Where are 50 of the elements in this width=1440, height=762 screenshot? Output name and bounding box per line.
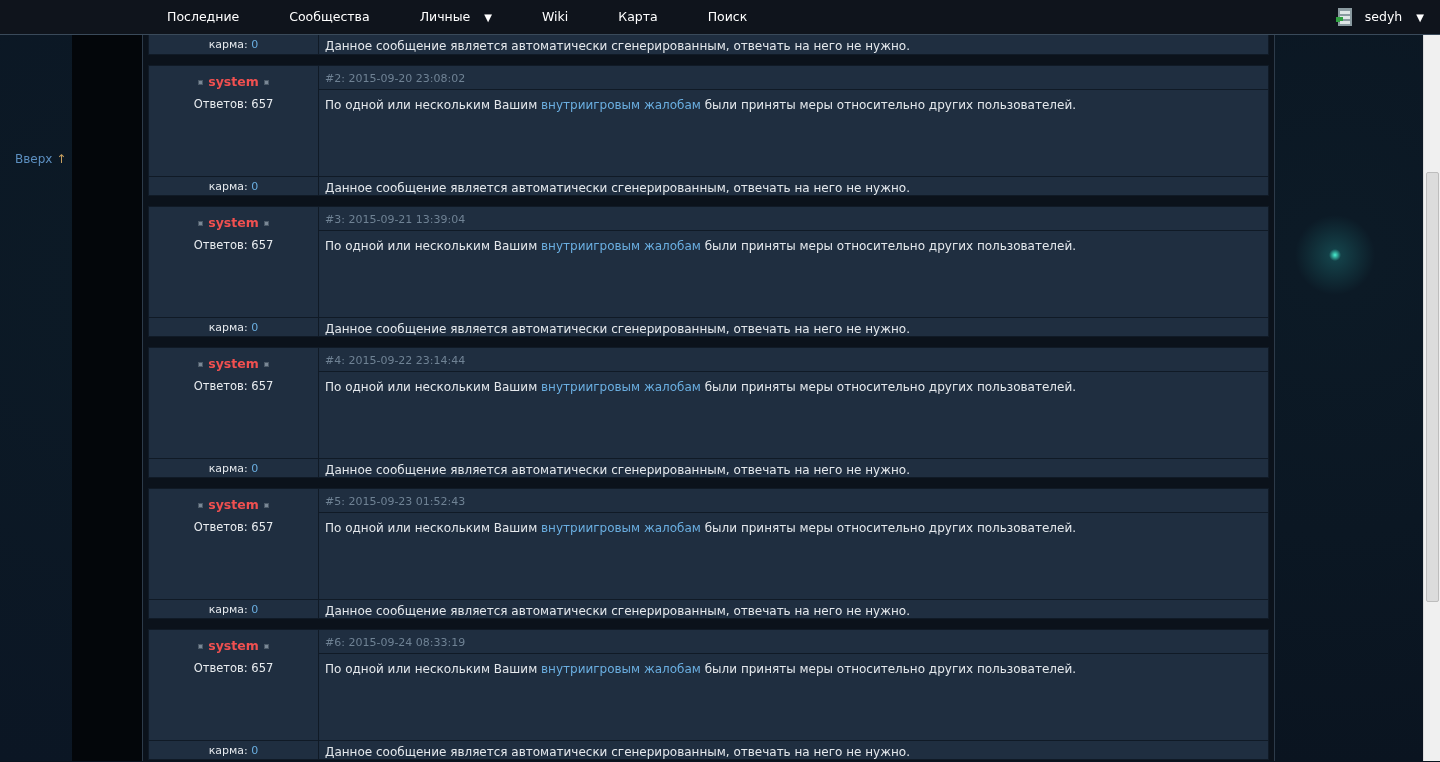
post-number-date: #4: 2015-09-22 23:14:44: [319, 348, 1268, 372]
post-number-date: #5: 2015-09-23 01:52:43: [319, 489, 1268, 513]
karma-label: карма: 0: [149, 35, 319, 54]
complaints-link[interactable]: внутриигровым жалобам: [541, 521, 701, 535]
nav-link[interactable]: Личные ▼: [419, 7, 492, 27]
post-number-date: #2: 2015-09-20 23:08:02: [319, 66, 1268, 90]
nav-link[interactable]: Карта: [618, 7, 658, 27]
author-name-link[interactable]: system: [208, 638, 259, 653]
post-text: По одной или нескольким Вашим внутриигровым жалобам были приняты меры относительно других пользователей.: [324, 238, 1077, 255]
reply-count: Ответов: 657: [192, 236, 275, 254]
avatar-icon[interactable]: [1334, 6, 1355, 28]
post-text: По одной или нескольким Вашим внутриигровым жалобам были приняты меры относительно других пользователей.: [324, 661, 1077, 678]
karma-label: карма: 0: [149, 741, 319, 759]
signature-text: Данное сообщение является автоматически сгенерированным, отвечать на него не нужно.: [324, 321, 911, 336]
reply-count: Ответов: 657: [192, 95, 275, 113]
signature-text: Данное сообщение является автоматически сгенерированным, отвечать на него не нужно.: [324, 744, 911, 759]
reply-count: Ответов: 657: [192, 377, 275, 395]
complaints-link[interactable]: внутриигровым жалобам: [541, 98, 701, 112]
scroll-to-top-link[interactable]: Вверх ↑: [15, 150, 67, 168]
complaints-link[interactable]: внутриигровым жалобам: [541, 662, 701, 676]
author-name-link[interactable]: system: [208, 497, 259, 512]
post-text: По одной или нескольким Вашим внутриигровым жалобам были приняты меры относительно других пользователей.: [324, 97, 1077, 114]
signature-text: Данное сообщение является автоматически сгенерированным, отвечать на него не нужно.: [324, 603, 911, 618]
nav-link[interactable]: Wiki: [542, 7, 569, 27]
complaints-link[interactable]: внутриигровым жалобам: [541, 239, 701, 253]
nav-link[interactable]: Последние: [167, 7, 240, 27]
reply-count: Ответов: 657: [192, 659, 275, 677]
signature-text: Данное сообщение является автоматически сгенерированным, отвечать на него не нужно.: [324, 38, 911, 54]
complaints-link[interactable]: внутриигровым жалобам: [541, 380, 701, 394]
signature-text: Данное сообщение является автоматически сгенерированным, отвечать на него не нужно.: [324, 462, 911, 477]
scrollbar[interactable]: [1423, 35, 1440, 761]
author-name-link[interactable]: system: [208, 215, 259, 230]
author-name-link[interactable]: system: [208, 74, 259, 89]
dropdown-arrow-icon: ▼: [484, 11, 492, 23]
signature-text: Данное сообщение является автоматически сгенерированным, отвечать на него не нужно.: [324, 180, 911, 195]
dropdown-arrow-icon: ▼: [1416, 11, 1424, 23]
nav-link[interactable]: Сообщества: [289, 7, 370, 27]
karma-label: карма: 0: [149, 318, 319, 336]
post-text: По одной или нескольким Вашим внутриигровым жалобам были приняты меры относительно других пользователей.: [324, 520, 1077, 537]
post-number-date: #3: 2015-09-21 13:39:04: [319, 207, 1268, 231]
user-menu[interactable]: sedyh ▼: [1364, 7, 1424, 27]
karma-label: карма: 0: [149, 459, 319, 477]
author-name-link[interactable]: system: [208, 356, 259, 371]
scrollbar-thumb[interactable]: [1425, 172, 1439, 602]
karma-label: карма: 0: [149, 177, 319, 195]
reply-count: Ответов: 657: [192, 518, 275, 536]
post-number-date: #6: 2015-09-24 08:33:19: [319, 630, 1268, 654]
nav-link[interactable]: Поиск: [707, 7, 748, 27]
post-text: По одной или нескольким Вашим внутриигровым жалобам были приняты меры относительно других пользователей.: [324, 379, 1077, 396]
karma-label: карма: 0: [149, 600, 319, 618]
